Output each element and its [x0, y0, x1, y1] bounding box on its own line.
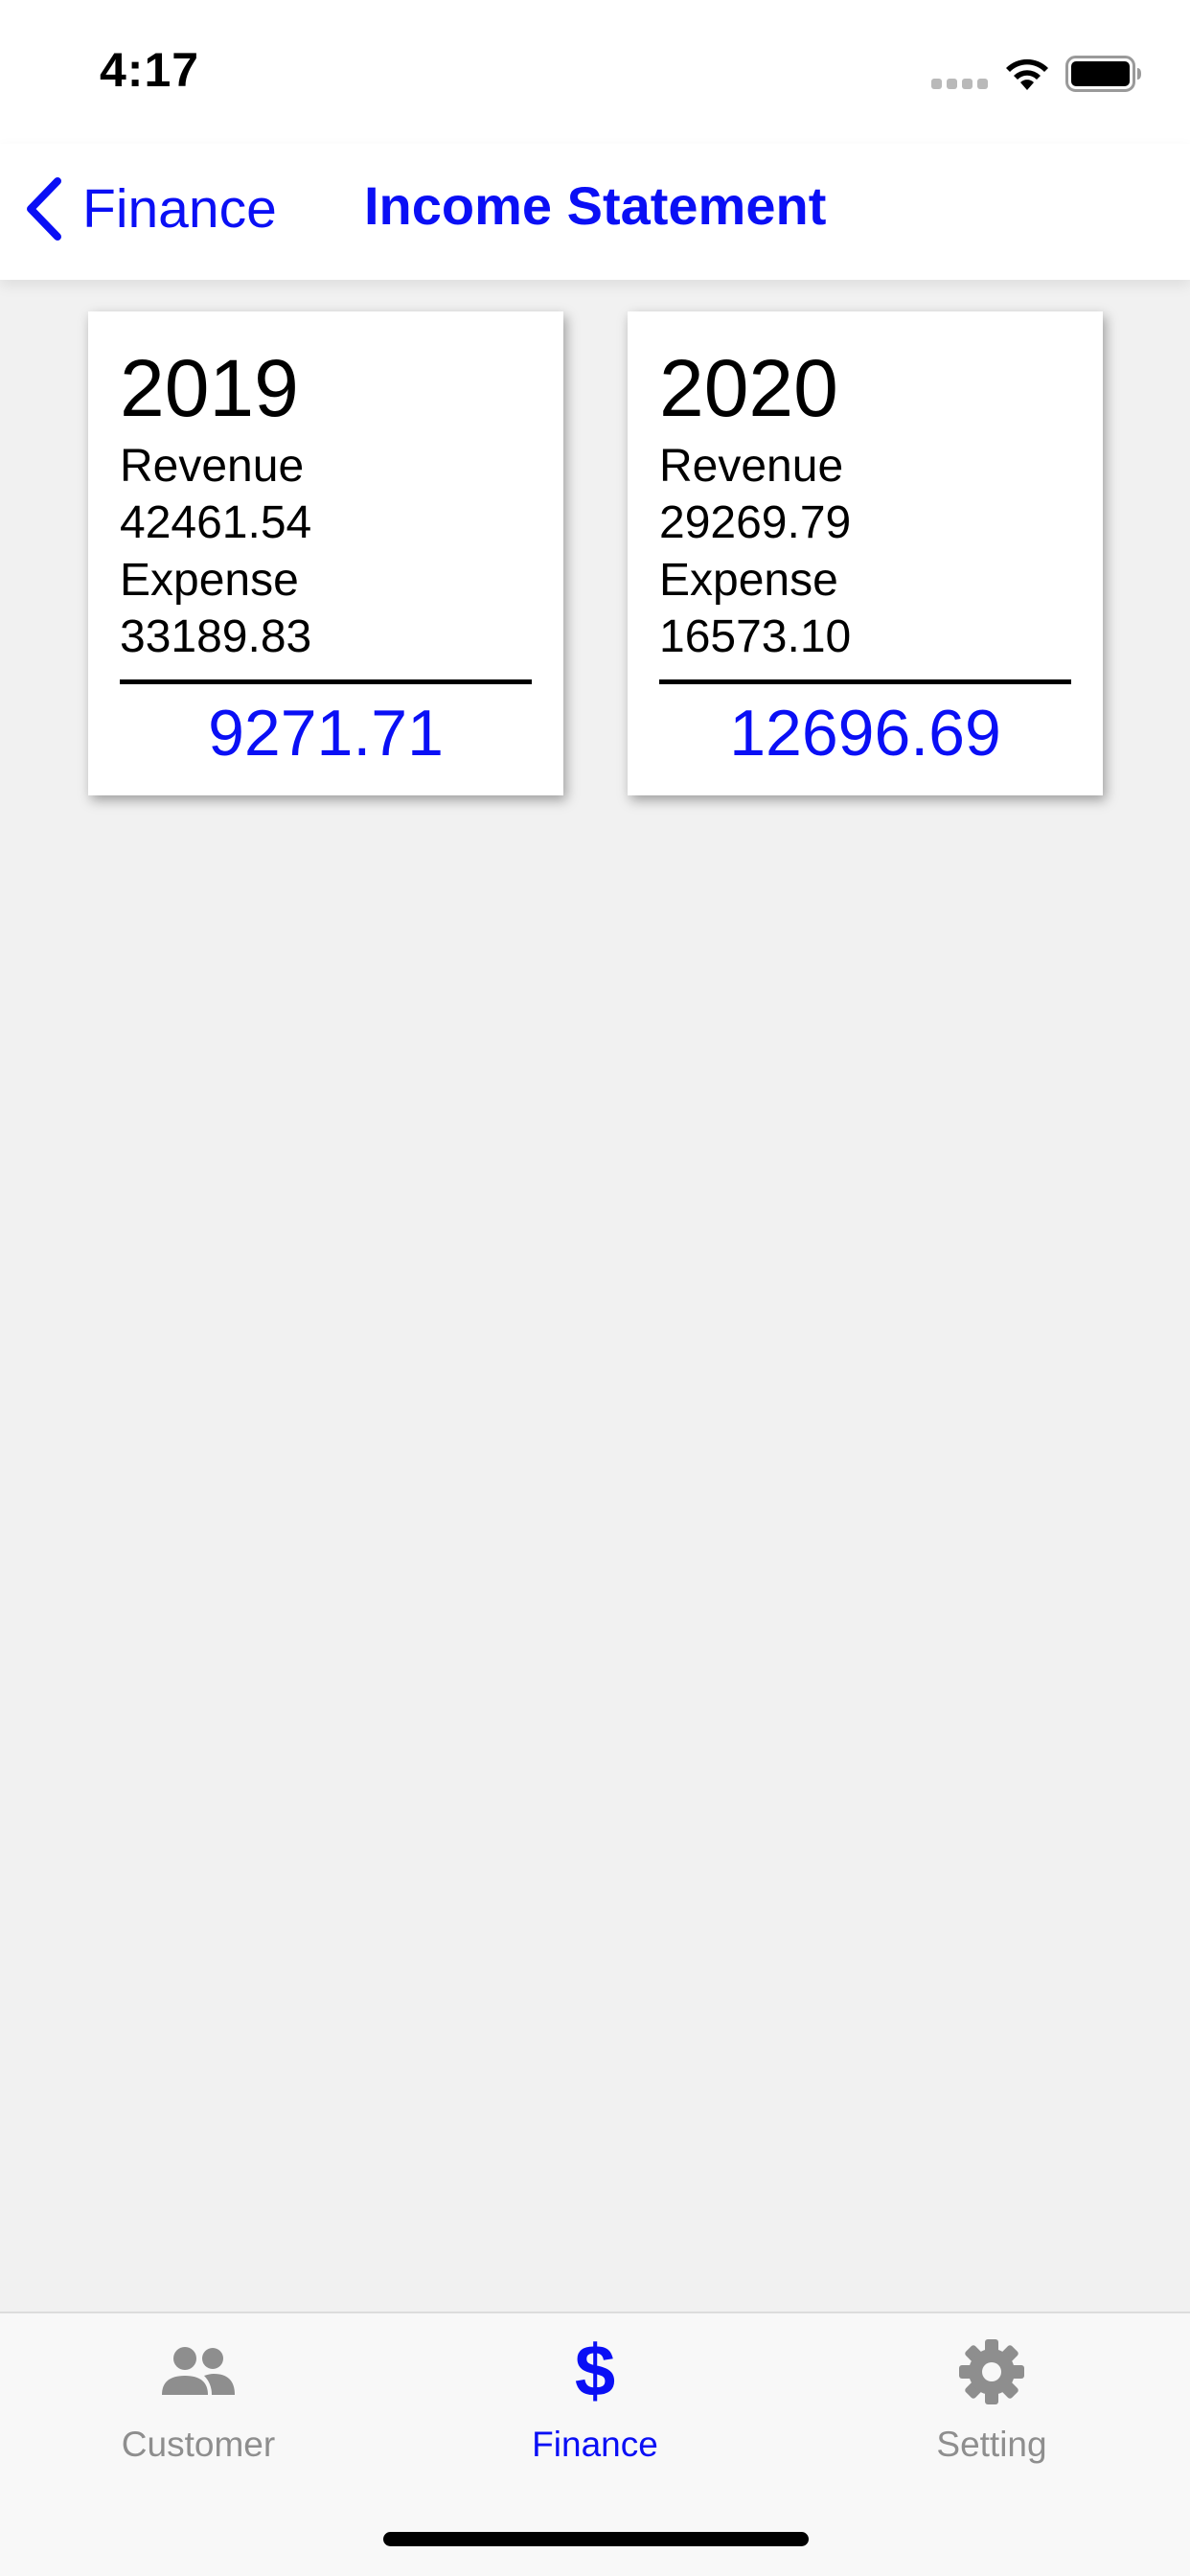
tab-label: Customer — [121, 2425, 276, 2464]
back-button[interactable]: Finance — [23, 171, 277, 247]
revenue-label: Revenue — [120, 441, 305, 492]
net-income-value: 9271.71 — [208, 697, 444, 770]
dollar-icon: $ — [574, 2331, 616, 2412]
tab-finance[interactable]: $ Finance — [397, 2313, 793, 2476]
status-bar: 4:17 — [0, 0, 1190, 144]
back-button-label: Finance — [82, 178, 277, 240]
chevron-left-icon — [27, 177, 61, 241]
card-year: 2019 — [120, 343, 299, 433]
expense-value: 16573.10 — [659, 611, 852, 662]
tab-setting[interactable]: Setting — [793, 2313, 1190, 2476]
cellular-signal-icon — [931, 79, 989, 90]
wifi-icon — [1006, 58, 1048, 90]
income-card-2020[interactable]: 2020 Revenue 29269.79 Expense 16573.10 1… — [628, 311, 1103, 795]
tab-label: Finance — [532, 2425, 658, 2464]
revenue-label: Revenue — [659, 441, 844, 492]
expense-value: 33189.83 — [120, 611, 312, 662]
card-divider — [659, 679, 1071, 684]
expense-label: Expense — [659, 555, 838, 606]
net-income-value: 12696.69 — [729, 697, 1001, 770]
tab-label: Setting — [936, 2425, 1047, 2464]
navigation-bar: Finance Income Statement — [0, 144, 1190, 280]
card-divider — [120, 679, 532, 684]
battery-icon — [1065, 56, 1141, 92]
card-year: 2020 — [659, 343, 838, 433]
gear-icon — [953, 2336, 1030, 2407]
status-time: 4:17 — [100, 43, 200, 97]
tab-bar: Customer $ Finance Setting — [0, 2312, 1190, 2576]
revenue-value: 42461.54 — [120, 497, 312, 548]
page-title: Income Statement — [364, 175, 827, 236]
home-indicator[interactable] — [383, 2532, 809, 2546]
expense-label: Expense — [120, 555, 299, 606]
revenue-value: 29269.79 — [659, 497, 852, 548]
tab-customer[interactable]: Customer — [0, 2313, 397, 2476]
income-card-2019[interactable]: 2019 Revenue 42461.54 Expense 33189.83 9… — [88, 311, 563, 795]
people-icon — [160, 2336, 237, 2407]
